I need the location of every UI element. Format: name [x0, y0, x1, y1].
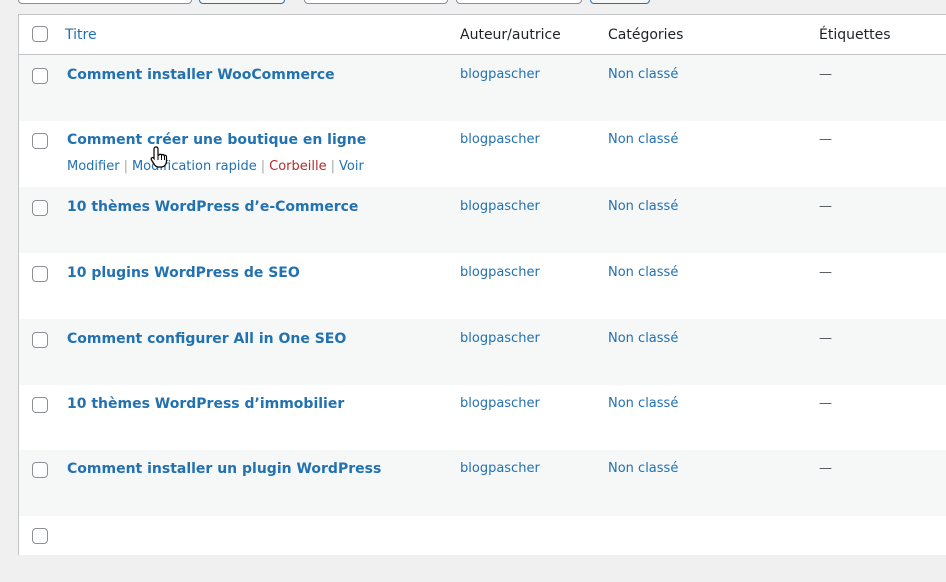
- tags-value: —: [819, 331, 832, 346]
- table-row: 10 thèmes WordPress d’immobilier blogpas…: [19, 385, 946, 451]
- post-title-link[interactable]: 10 thèmes WordPress d’e-Commerce: [67, 199, 358, 215]
- author-link[interactable]: blogpascher: [460, 67, 540, 82]
- post-title-link[interactable]: 10 thèmes WordPress d’immobilier: [67, 396, 344, 412]
- posts-table: Titre Auteur/autrice Catégories Étiquett…: [18, 14, 946, 555]
- filter-button[interactable]: [590, 0, 650, 4]
- column-author-header: Auteur/autrice: [460, 27, 561, 43]
- trash-link[interactable]: Corbeille: [269, 159, 326, 174]
- category-link[interactable]: Non classé: [608, 199, 678, 214]
- column-tags-header: Étiquettes: [819, 27, 891, 43]
- category-link[interactable]: Non classé: [608, 265, 678, 280]
- table-row: 10 plugins WordPress de SEO blogpascher …: [19, 253, 946, 319]
- author-link[interactable]: blogpascher: [460, 396, 540, 411]
- row-actions: Modifier | Modification rapide | Corbeille | V…: [67, 159, 364, 174]
- action-separator: |: [123, 159, 128, 174]
- row-checkbox[interactable]: [32, 266, 48, 282]
- post-title-link[interactable]: 10 plugins WordPress de SEO: [67, 265, 300, 281]
- post-title-link[interactable]: Comment installer WooCommerce: [67, 67, 335, 83]
- author-link[interactable]: blogpascher: [460, 199, 540, 214]
- action-separator: |: [260, 159, 266, 174]
- table-row: 10 thèmes WordPress d’e-Commerce blogpas…: [19, 187, 946, 253]
- category-link[interactable]: Non classé: [608, 67, 678, 82]
- select-all-checkbox[interactable]: [32, 26, 48, 42]
- post-title-link[interactable]: Comment créer une boutique en ligne: [67, 132, 366, 148]
- row-checkbox[interactable]: [32, 397, 48, 413]
- row-checkbox[interactable]: [32, 68, 48, 84]
- table-row: Comment configurer All in One SEO blogpa…: [19, 319, 946, 385]
- author-link[interactable]: blogpascher: [460, 331, 540, 346]
- row-checkbox[interactable]: [32, 133, 48, 149]
- edit-link[interactable]: Modifier: [67, 159, 120, 174]
- hand-pointer-icon: [150, 146, 168, 168]
- table-header: Titre Auteur/autrice Catégories Étiquett…: [19, 15, 946, 55]
- author-link[interactable]: blogpascher: [460, 132, 540, 147]
- table-row: Comment installer un plugin WordPress bl…: [19, 450, 946, 516]
- category-link[interactable]: Non classé: [608, 461, 678, 476]
- top-toolbar: [0, 0, 946, 10]
- column-title-header[interactable]: Titre: [65, 27, 97, 43]
- column-categories-header: Catégories: [608, 27, 684, 43]
- tags-value: —: [819, 132, 832, 147]
- category-link[interactable]: Non classé: [608, 331, 678, 346]
- author-link[interactable]: blogpascher: [460, 461, 540, 476]
- tags-value: —: [819, 461, 832, 476]
- row-checkbox[interactable]: [32, 528, 48, 544]
- view-link[interactable]: Voir: [339, 159, 364, 174]
- action-separator: |: [330, 159, 336, 174]
- author-link[interactable]: blogpascher: [460, 265, 540, 280]
- category-link[interactable]: Non classé: [608, 132, 678, 147]
- post-title-link[interactable]: Comment installer un plugin WordPress: [67, 461, 381, 477]
- row-checkbox[interactable]: [32, 200, 48, 216]
- category-link[interactable]: Non classé: [608, 396, 678, 411]
- date-filter-select[interactable]: [304, 0, 448, 4]
- category-filter-select[interactable]: [456, 0, 582, 4]
- bulk-actions-select[interactable]: [18, 0, 192, 4]
- tags-value: —: [819, 396, 832, 411]
- apply-button[interactable]: [199, 0, 285, 4]
- row-checkbox[interactable]: [32, 332, 48, 348]
- tags-value: —: [819, 265, 832, 280]
- row-checkbox[interactable]: [32, 462, 48, 478]
- tags-value: —: [819, 199, 832, 214]
- table-row: Comment installer WooCommerce blogpasche…: [19, 55, 946, 121]
- tags-value: —: [819, 67, 832, 82]
- post-title-link[interactable]: Comment configurer All in One SEO: [67, 331, 346, 347]
- table-row-partial: [19, 516, 946, 582]
